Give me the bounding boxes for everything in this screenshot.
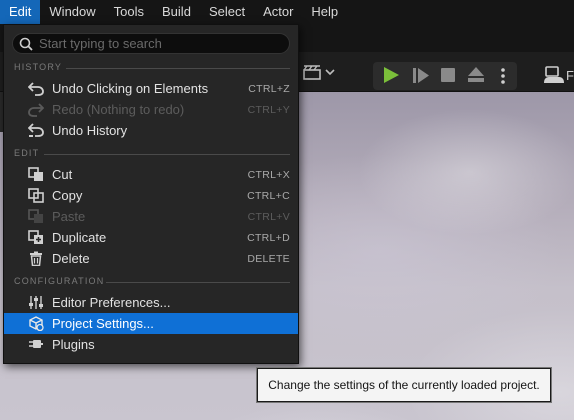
cut-icon xyxy=(28,167,43,181)
menu-entry-cut[interactable]: Cut CTRL+X xyxy=(4,164,298,185)
menu-search-input[interactable] xyxy=(39,34,279,53)
menu-entry-label: Project Settings... xyxy=(52,316,154,331)
menu-help[interactable]: Help xyxy=(302,0,347,24)
section-edit-header: EDIT xyxy=(14,148,290,162)
menu-entry-shortcut: CTRL+Y xyxy=(247,104,290,116)
section-history-label: HISTORY xyxy=(14,62,63,72)
menu-entry-shortcut: CTRL+C xyxy=(247,190,290,202)
stop-icon[interactable] xyxy=(441,68,455,82)
menu-entry-editor-preferences[interactable]: Editor Preferences... xyxy=(4,292,298,313)
menu-entry-label: Paste xyxy=(52,209,86,224)
menu-tools[interactable]: Tools xyxy=(105,0,153,24)
menu-entry-copy[interactable]: Copy CTRL+C xyxy=(4,185,298,206)
menu-entry-redo[interactable]: Redo (Nothing to redo) CTRL+Y xyxy=(4,99,298,120)
menu-entry-label: Delete xyxy=(52,251,90,266)
section-edit-label: EDIT xyxy=(14,148,40,158)
menu-entry-delete[interactable]: Delete DELETE xyxy=(4,248,298,269)
menu-window[interactable]: Window xyxy=(40,0,104,24)
menu-build[interactable]: Build xyxy=(153,0,200,24)
menu-entry-label: Redo (Nothing to redo) xyxy=(52,102,185,117)
menu-entry-shortcut: DELETE xyxy=(247,253,290,265)
menu-entry-shortcut: CTRL+D xyxy=(247,232,290,244)
menu-search-box[interactable] xyxy=(12,33,290,54)
undo-history-icon xyxy=(28,123,44,137)
menu-entry-shortcut: CTRL+V xyxy=(247,211,290,223)
section-configuration-header: CONFIGURATION xyxy=(14,276,290,290)
play-icon[interactable] xyxy=(382,66,400,84)
section-divider xyxy=(66,68,290,69)
section-divider xyxy=(44,154,290,155)
cinematics-icon[interactable] xyxy=(303,65,321,80)
menu-entry-paste[interactable]: Paste CTRL+V xyxy=(4,206,298,227)
menu-bar: Edit Window Tools Build Select Actor Hel… xyxy=(0,0,574,24)
menu-entry-shortcut: CTRL+Z xyxy=(248,83,290,95)
chevron-down-icon[interactable] xyxy=(325,68,335,76)
menu-entry-undo-history[interactable]: Undo History xyxy=(4,120,298,141)
platforms-label[interactable]: F xyxy=(566,68,574,83)
section-history-header: HISTORY xyxy=(14,62,290,76)
menu-entry-project-settings[interactable]: Project Settings... xyxy=(4,313,298,334)
menu-entry-label: Undo History xyxy=(52,123,128,138)
edit-menu-dropdown: HISTORY Undo Clicking on Elements CTRL+Z… xyxy=(3,24,299,364)
advance-frame-icon[interactable] xyxy=(412,67,430,84)
sliders-icon xyxy=(29,296,43,309)
menu-entry-undo[interactable]: Undo Clicking on Elements CTRL+Z xyxy=(4,78,298,99)
duplicate-icon xyxy=(28,230,43,244)
more-options-icon[interactable] xyxy=(500,67,506,85)
menu-entry-label: Editor Preferences... xyxy=(52,295,171,310)
menu-entry-label: Plugins xyxy=(52,337,95,352)
menu-entry-duplicate[interactable]: Duplicate CTRL+D xyxy=(4,227,298,248)
menu-entry-label: Undo Clicking on Elements xyxy=(52,81,209,96)
tooltip: Change the settings of the currently loa… xyxy=(256,367,552,403)
menu-entry-shortcut: CTRL+X xyxy=(247,169,290,181)
menu-select[interactable]: Select xyxy=(200,0,254,24)
project-settings-icon xyxy=(29,316,44,331)
plugin-icon xyxy=(29,340,43,348)
undo-icon xyxy=(28,82,44,96)
copy-icon xyxy=(28,188,44,203)
platforms-icon[interactable] xyxy=(543,66,565,84)
section-divider xyxy=(106,282,290,283)
eject-icon[interactable] xyxy=(467,66,485,83)
section-configuration-label: CONFIGURATION xyxy=(14,276,105,286)
menu-entry-plugins[interactable]: Plugins xyxy=(4,334,298,355)
redo-icon xyxy=(28,103,44,117)
paste-icon xyxy=(28,209,43,223)
menu-entry-label: Duplicate xyxy=(52,230,107,245)
trash-icon xyxy=(30,251,42,266)
menu-edit[interactable]: Edit xyxy=(0,0,41,24)
search-icon xyxy=(19,37,33,51)
menu-entry-label: Cut xyxy=(52,167,73,182)
menu-entry-label: Copy xyxy=(52,188,83,203)
menu-actor[interactable]: Actor xyxy=(254,0,302,24)
